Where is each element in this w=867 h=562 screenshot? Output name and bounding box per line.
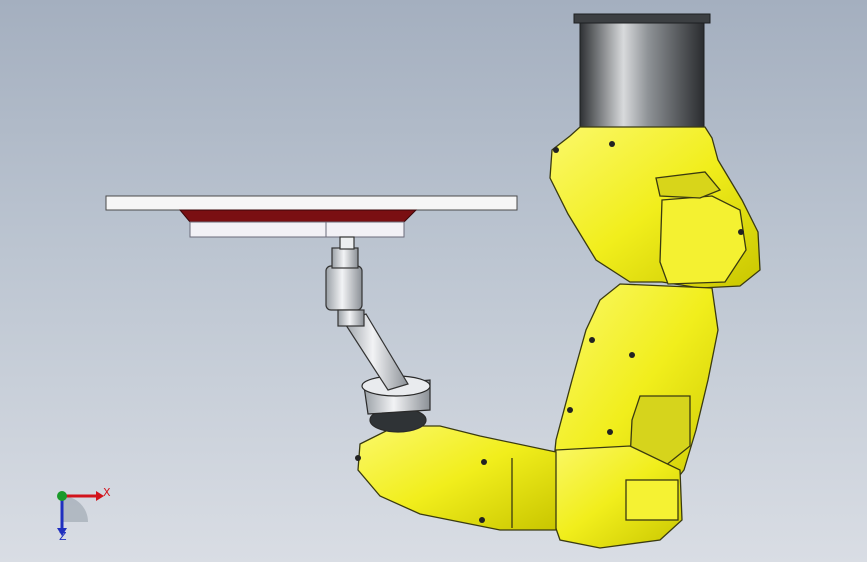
robot-model-view[interactable] [0, 0, 867, 562]
y-axis-dot [57, 491, 67, 501]
fixture-flange [189, 221, 405, 238]
robot-forearm [355, 425, 557, 531]
x-axis-label: X [103, 486, 111, 499]
fixture-rim [178, 209, 418, 223]
robot-shoulder [549, 126, 761, 289]
robot-base-cylinder [573, 13, 711, 128]
robot-tool [325, 236, 409, 391]
table-fixture [105, 195, 518, 238]
cad-viewport[interactable]: X Y Z [0, 0, 867, 562]
orientation-triad [57, 491, 104, 536]
robot-elbow [545, 445, 683, 549]
z-axis-label: Z [59, 530, 67, 543]
fixture-plate [105, 195, 518, 211]
